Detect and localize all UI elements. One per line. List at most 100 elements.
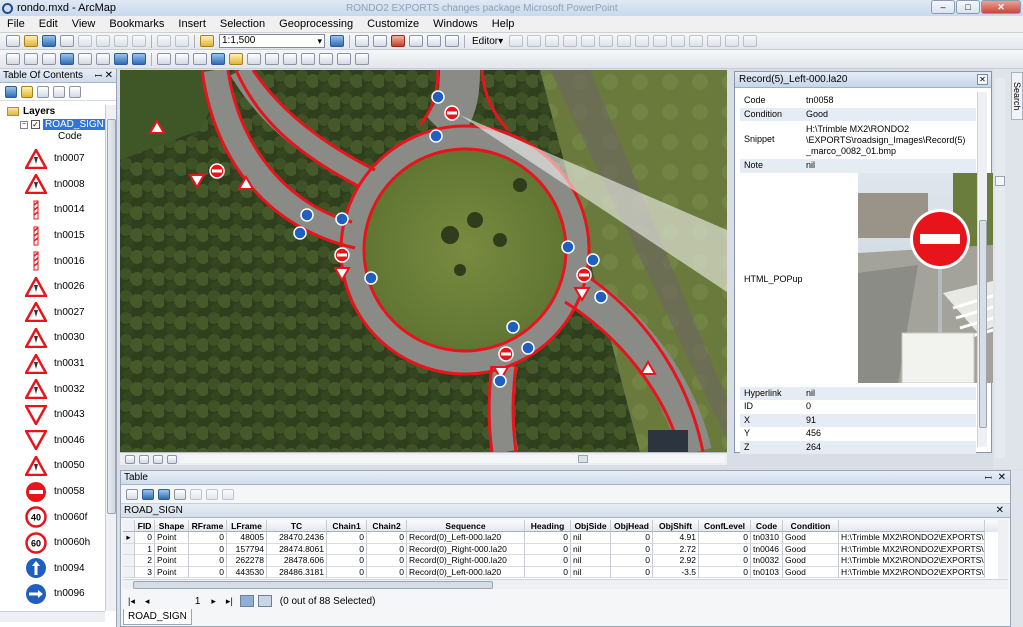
legend-item-tn0050[interactable]: tn0050	[24, 453, 90, 479]
select-by-attributes-icon[interactable]	[158, 488, 170, 500]
column-header[interactable]: Code	[751, 520, 783, 532]
table-row[interactable]: 2 Point 0 262278 28478.606 0 0 Record(0)_Right-…	[123, 555, 1006, 567]
legend-item-tn0014[interactable]: tn0014	[24, 197, 90, 223]
column-header[interactable]: LFrame	[227, 520, 267, 532]
menu-view[interactable]: View	[65, 16, 103, 33]
close-button[interactable]: ✕	[981, 0, 1021, 14]
pause-drawing-icon[interactable]	[167, 454, 177, 464]
column-header[interactable]: Shape	[155, 520, 189, 532]
legend-item-tn0058[interactable]: tn0058	[24, 479, 90, 505]
table-cell[interactable]: 0	[699, 532, 751, 544]
column-header[interactable]: Sequence	[407, 520, 525, 532]
table-cell[interactable]: 0	[135, 532, 155, 544]
no-entry-icon[interactable]	[498, 346, 514, 362]
add-data-icon[interactable]	[200, 35, 214, 47]
table-row[interactable]: ▸ 0 Point 0 48005 28470.2436 0 0 Record(0)_Left-…	[123, 532, 1006, 544]
arctoolbox-icon[interactable]	[373, 35, 387, 47]
legend-item-tn0007[interactable]: tn0007	[24, 146, 90, 172]
switch-selection-icon[interactable]	[174, 488, 186, 500]
paste-icon[interactable]	[114, 35, 128, 47]
back-extent-icon[interactable]	[114, 53, 128, 65]
sketch-properties-icon[interactable]	[725, 35, 740, 47]
table-cell[interactable]: 28474.8061	[267, 543, 327, 555]
table-cell[interactable]: 4.91	[653, 532, 699, 544]
table-tab-close-icon[interactable]: ✕	[996, 504, 1004, 518]
legend-item-tn0060h[interactable]: 60 tn0060h	[24, 530, 90, 556]
layer-visibility-checkbox[interactable]: ✓	[31, 120, 40, 129]
previous-record-button[interactable]: ◂	[145, 596, 150, 607]
zoom-to-selected-icon[interactable]	[206, 488, 218, 500]
show-all-records-icon[interactable]	[239, 595, 254, 607]
mandatory-arrow-icon[interactable]	[364, 271, 378, 285]
table-options-icon[interactable]	[126, 488, 138, 500]
cut-polygons-icon[interactable]	[653, 35, 668, 47]
attributes-icon[interactable]	[707, 35, 722, 47]
maximize-button[interactable]: □	[956, 0, 980, 14]
no-entry-icon[interactable]	[334, 247, 350, 263]
table-cell[interactable]: H:\Trimble MX2\RONDO2\EXPORTS\roads	[839, 566, 985, 578]
legend-item-tn0016[interactable]: tn0016	[24, 248, 90, 274]
mandatory-arrow-icon[interactable]	[561, 240, 575, 254]
road-sign-layer-node[interactable]: − ✓ ROAD_SIGN	[20, 118, 106, 131]
scroll-thumb[interactable]	[133, 581, 493, 589]
mandatory-arrow-icon[interactable]	[293, 226, 307, 240]
table-row[interactable]: 1 Point 0 157794 28474.8061 0 0 Record(0)_Right…	[123, 543, 1006, 555]
toc-close-icon[interactable]: ✕	[105, 69, 113, 83]
legend-item-tn0008[interactable]: tn0008	[24, 172, 90, 198]
model-builder-icon[interactable]	[427, 35, 441, 47]
column-header[interactable]: Condition	[783, 520, 839, 532]
minimize-button[interactable]: –	[931, 0, 955, 14]
table-horizontal-scrollbar[interactable]	[123, 579, 1008, 589]
table-cell[interactable]: H:\Trimble MX2\RONDO2\EXPORTS\roads	[839, 555, 985, 567]
table-cell[interactable]: 0	[699, 566, 751, 578]
layers-node[interactable]: Layers	[4, 105, 106, 118]
table-cell[interactable]: 0	[525, 566, 571, 578]
no-entry-icon[interactable]	[209, 163, 225, 179]
collapse-icon[interactable]: −	[20, 120, 28, 129]
table-vertical-scrollbar[interactable]	[998, 520, 1008, 579]
time-slider-icon[interactable]	[337, 53, 351, 65]
table-cell[interactable]: 0	[189, 543, 227, 555]
forward-extent-icon[interactable]	[132, 53, 146, 65]
open-folder-icon[interactable]	[24, 35, 38, 47]
table-cell[interactable]: Point	[155, 543, 189, 555]
edit-annotation-icon[interactable]	[527, 35, 542, 47]
python-window-icon[interactable]	[409, 35, 423, 47]
print-icon[interactable]	[60, 35, 74, 47]
column-header[interactable]: TC	[267, 520, 327, 532]
copy-icon[interactable]	[96, 35, 110, 47]
create-features-icon[interactable]	[743, 35, 758, 47]
table-cell[interactable]: 28478.606	[267, 555, 327, 567]
legend-item-tn0094[interactable]: tn0094	[24, 556, 90, 582]
mandatory-arrow-icon[interactable]	[431, 90, 445, 104]
data-view-icon[interactable]	[125, 454, 135, 464]
zoom-out-icon[interactable]	[24, 53, 38, 65]
row-selector-header[interactable]	[123, 520, 135, 532]
zoom-in-icon[interactable]	[6, 53, 20, 65]
point-icon[interactable]	[599, 35, 614, 47]
menu-windows[interactable]: Windows	[426, 16, 485, 33]
popup-close-button[interactable]: ✕	[977, 74, 988, 85]
find-icon[interactable]	[283, 53, 297, 65]
mandatory-arrow-icon[interactable]	[493, 374, 507, 388]
table-cell[interactable]: tn0046	[751, 543, 783, 555]
clear-selection-icon[interactable]	[175, 53, 189, 65]
edit-tool-icon[interactable]	[509, 35, 524, 47]
table-cell[interactable]: H:\Trimble MX2\RONDO2\EXPORTS\roads	[839, 532, 985, 544]
row-selector[interactable]	[123, 555, 135, 567]
legend-item-tn0032[interactable]: tn0032	[24, 376, 90, 402]
table-cell[interactable]: Record(0)_Left-000.la20	[407, 532, 525, 544]
table-cell[interactable]: 0	[327, 555, 367, 567]
table-tab[interactable]: ROAD_SIGN	[123, 609, 192, 625]
table-cell[interactable]: 0	[525, 555, 571, 567]
mandatory-arrow-icon[interactable]	[429, 129, 443, 143]
toolbox-red-icon[interactable]	[391, 35, 405, 47]
delete-selected-icon[interactable]	[222, 488, 234, 500]
table-cell[interactable]: 0	[699, 543, 751, 555]
go-to-xy-icon[interactable]	[319, 53, 333, 65]
table-cell[interactable]: -3.5	[653, 566, 699, 578]
straight-segment-icon[interactable]	[545, 35, 560, 47]
redo-icon[interactable]	[175, 35, 189, 47]
column-header[interactable]: ObjShift	[653, 520, 699, 532]
mandatory-arrow-icon[interactable]	[594, 290, 608, 304]
